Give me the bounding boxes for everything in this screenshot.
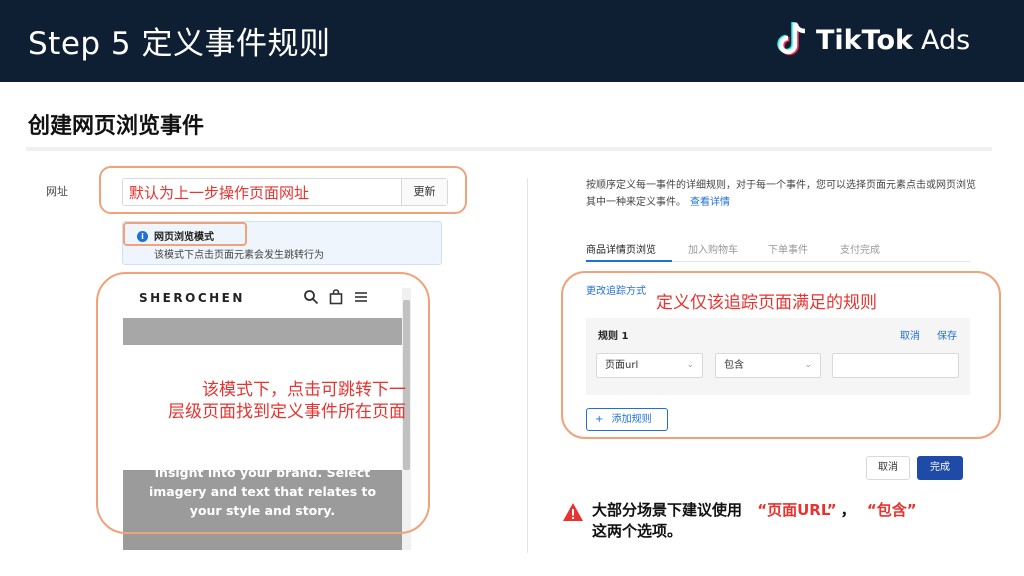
brand-name: TikTok	[816, 24, 913, 56]
recommendation-line2: 这两个选项。	[592, 522, 683, 540]
warning-icon	[563, 503, 583, 521]
recommendation-separator: ，	[840, 501, 856, 519]
panel-divider	[527, 178, 528, 553]
done-button[interactable]: 完成	[917, 456, 963, 480]
section-title: 创建网页浏览事件	[28, 114, 205, 139]
tab-add-to-cart[interactable]: 加入购物车	[688, 241, 738, 256]
view-details-link[interactable]: 查看详情	[690, 197, 730, 208]
brand-suffix: Ads	[920, 24, 971, 56]
rules-description: 按顺序定义每一事件的详细规则，对于每一个事件，您可以选择页面元素点击或网页浏览其…	[586, 177, 978, 211]
cancel-button[interactable]: 取消	[866, 456, 910, 480]
tab-product-view[interactable]: 商品详情页浏览	[586, 241, 656, 256]
url-callout-outline	[99, 166, 467, 214]
tiktok-ads-logo: TikTok Ads	[776, 18, 970, 62]
preview-note-line1: 该模式下，点击可跳转下一	[202, 380, 406, 400]
recommendation-text-a: 大部分场景下建议使用	[592, 501, 743, 519]
preview-note: 该模式下，点击可跳转下一 层级页面找到定义事件所在页面	[126, 379, 406, 423]
recommendation-line1: 大部分场景下建议使用 “页面URL”， “包含”	[592, 500, 917, 521]
mode-callout-outline	[123, 222, 247, 246]
page-title: Step 5 定义事件规则	[28, 26, 331, 62]
tab-payment-complete[interactable]: 支付完成	[840, 241, 880, 256]
mode-description: 该模式下点击页面元素会发生跳转行为	[154, 250, 324, 261]
recommendation-highlight-contains: “包含”	[866, 501, 917, 519]
tiktok-note-icon	[777, 22, 806, 56]
rules-description-text: 按顺序定义每一事件的详细规则，对于每一个事件，您可以选择页面元素点击或网页浏览其…	[586, 180, 976, 208]
url-label: 网址	[46, 185, 68, 198]
preview-note-line2: 层级页面找到定义事件所在页面	[168, 402, 406, 422]
header-bar: Step 5 定义事件规则 TikTok Ads	[0, 0, 1024, 82]
section-divider	[26, 147, 992, 151]
rules-callout-outline	[561, 271, 1001, 439]
event-tabs: 商品详情页浏览 加入购物车 下单事件 支付完成	[586, 236, 970, 262]
recommendation-highlight-url: “页面URL”	[757, 501, 837, 519]
active-tab-indicator	[586, 260, 672, 262]
tab-place-order[interactable]: 下单事件	[768, 241, 808, 256]
